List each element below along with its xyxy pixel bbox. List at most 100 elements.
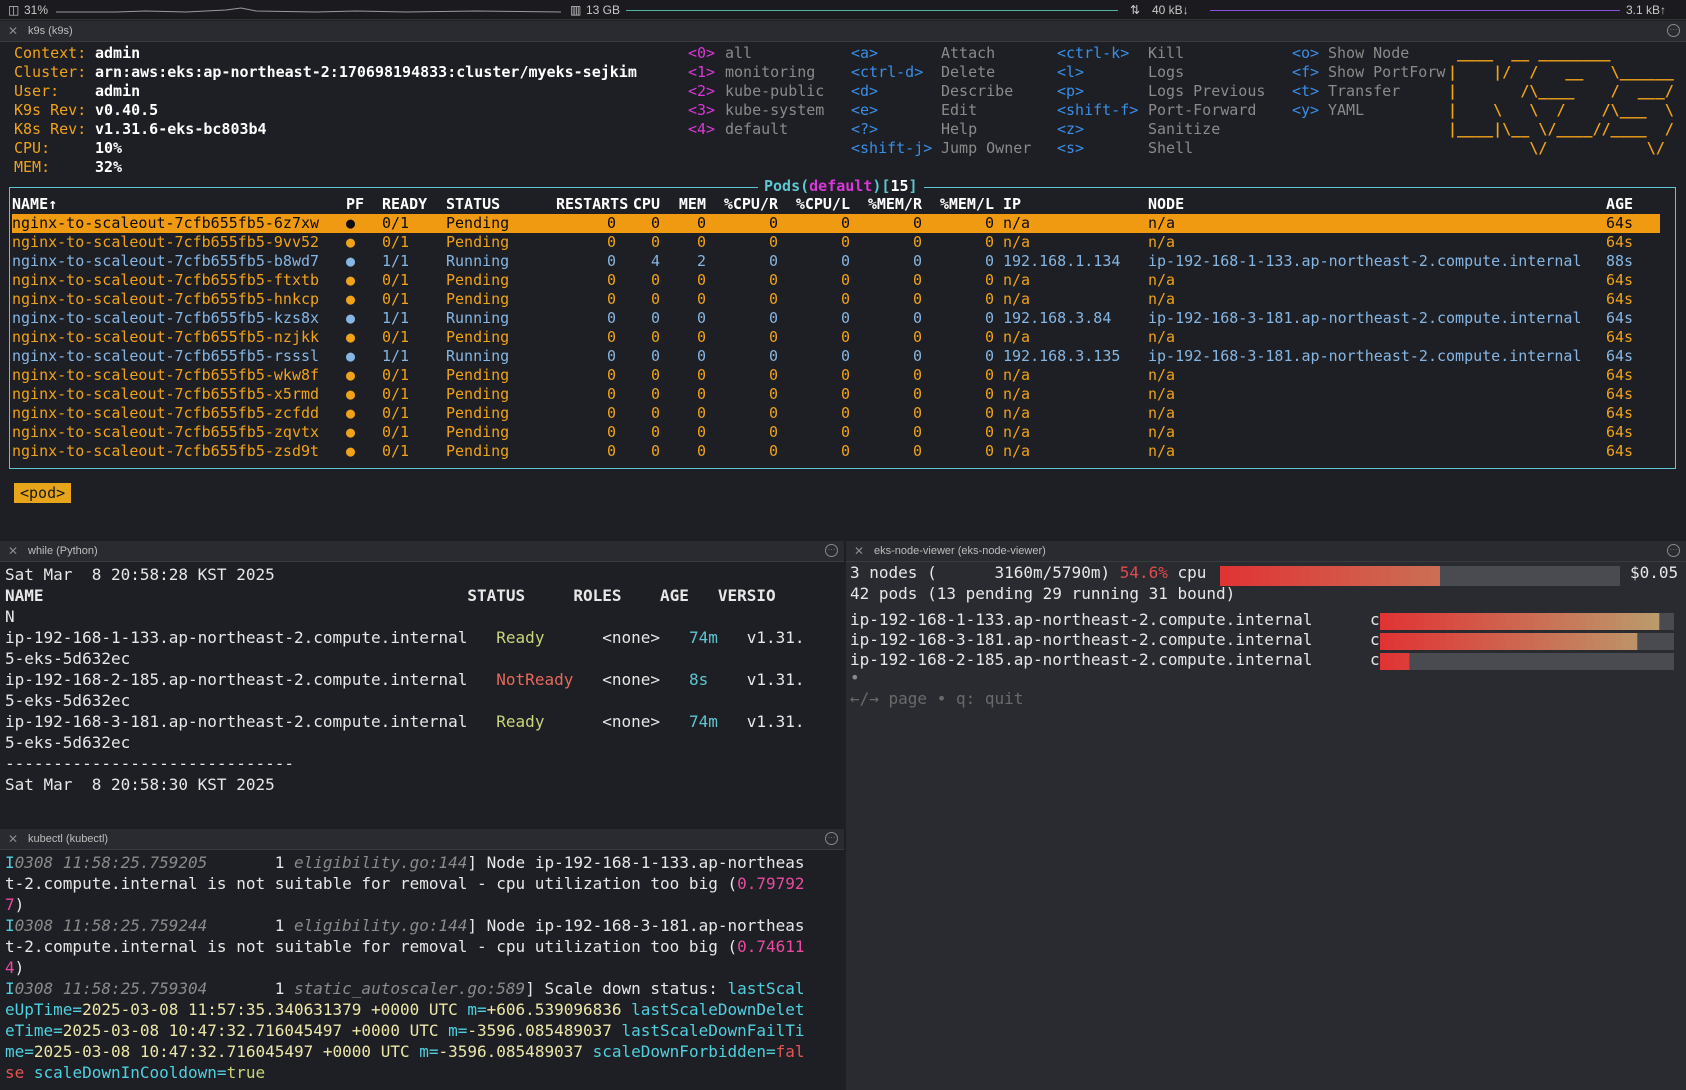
hotkey-label[interactable]: Logs Previous <box>1148 82 1265 100</box>
table-cell: Running <box>446 309 510 327</box>
hotkey-key[interactable]: <?> <box>851 120 878 138</box>
watch-pane-header[interactable]: ✕ while (Python) ··· <box>0 541 844 562</box>
hotkey-key[interactable]: <ctrl-k> <box>1057 44 1129 62</box>
viewer-pane-header[interactable]: ✕ eks-node-viewer (eks-node-viewer) ··· <box>846 541 1686 562</box>
hotkey-label[interactable]: Sanitize <box>1148 120 1220 138</box>
close-icon[interactable]: ✕ <box>8 544 18 558</box>
hotkey-label[interactable]: Logs <box>1148 63 1184 81</box>
hotkey-key[interactable]: <z> <box>1057 120 1084 138</box>
table-cell: n/a <box>1148 214 1176 232</box>
namespace-key[interactable]: <1> <box>688 63 715 81</box>
hotkey-key[interactable]: <s> <box>1057 139 1084 157</box>
hotkey-key[interactable]: <p> <box>1057 82 1084 100</box>
more-icon[interactable]: ··· <box>1667 544 1680 557</box>
kubectl-log-terminal[interactable]: I0308 11:58:25.759205 1 eligibility.go:1… <box>0 850 844 1090</box>
k9s-pane[interactable]: Context: admin Cluster: arn:aws:eks:ap-nort… <box>0 43 1686 521</box>
bar-segment <box>1519 613 1528 630</box>
namespace-label[interactable]: monitoring <box>725 63 815 81</box>
hotkey-key[interactable]: <ctrl-d> <box>851 63 923 81</box>
namespace-key[interactable]: <4> <box>688 120 715 138</box>
pane-title: kubectl (kubectl) <box>28 833 109 845</box>
table-row[interactable]: nginx-to-scaleout-7cfb655fb5-x5rmd ● 0/1 Pe… <box>12 385 1660 404</box>
bar-empty <box>1475 653 1484 670</box>
hotkey-key[interactable]: <shift-j> <box>851 139 932 157</box>
hotkey-key[interactable]: <t> <box>1292 82 1319 100</box>
table-row[interactable]: nginx-to-scaleout-7cfb655fb5-hnkcp ● 0/1 Pe… <box>12 290 1660 309</box>
hotkey-label[interactable]: Describe <box>941 82 1013 100</box>
namespace-label[interactable]: kube-system <box>725 101 824 119</box>
bar-empty <box>1578 653 1587 670</box>
bar-empty <box>1424 653 1432 670</box>
close-icon[interactable]: ✕ <box>8 24 18 38</box>
table-row[interactable]: nginx-to-scaleout-7cfb655fb5-rsssl ● 1/1 Ru… <box>12 347 1660 366</box>
hotkey-key[interactable]: <d> <box>851 82 878 100</box>
watch-terminal[interactable]: Sat Mar 8 20:58:28 KST 2025 NAME STATUS R… <box>0 562 844 828</box>
table-row[interactable]: nginx-to-scaleout-7cfb655fb5-nzjkk ● 0/1 Pe… <box>12 328 1660 347</box>
table-cell: Pending <box>446 442 510 460</box>
bar-segment <box>1607 613 1616 630</box>
namespace-label[interactable]: all <box>725 44 752 62</box>
info-label: K9s Rev: <box>14 101 87 119</box>
hotkey-label[interactable]: Jump Owner <box>941 139 1031 157</box>
hotkey-key[interactable]: <shift-f> <box>1057 101 1138 119</box>
hotkey-label[interactable]: YAML <box>1328 101 1364 119</box>
hotkey-key[interactable]: <a> <box>851 44 878 62</box>
table-row[interactable]: nginx-to-scaleout-7cfb655fb5-wkw8f ● 0/1 Pe… <box>12 366 1660 385</box>
table-cell: Pending <box>446 328 510 346</box>
table-row[interactable]: nginx-to-scaleout-7cfb655fb5-6z7xw ● 0/1 Pe… <box>12 214 1660 233</box>
more-icon[interactable]: ··· <box>825 832 838 845</box>
hotkey-key[interactable]: <f> <box>1292 63 1319 81</box>
close-icon[interactable]: ✕ <box>8 832 18 846</box>
namespace-key[interactable]: <0> <box>688 44 715 62</box>
namespace-label[interactable]: kube-public <box>725 82 824 100</box>
bar-segment <box>1593 613 1601 630</box>
hotkey-label[interactable]: Transfer <box>1328 82 1400 100</box>
table-cell: n/a <box>1003 423 1031 441</box>
table-row[interactable]: nginx-to-scaleout-7cfb655fb5-zcfdd ● 0/1 Pe… <box>12 404 1660 423</box>
hotkey-label[interactable]: Delete <box>941 63 995 81</box>
hotkey-label[interactable]: Show PortForw <box>1328 63 1445 81</box>
table-row[interactable]: nginx-to-scaleout-7cfb655fb5-ftxtb ● 0/1 Pe… <box>12 271 1660 290</box>
hotkey-label[interactable]: Port-Forward <box>1148 101 1256 119</box>
bar-empty <box>1585 653 1594 670</box>
table-row[interactable]: nginx-to-scaleout-7cfb655fb5-b8wd7 ● 1/1 Ru… <box>12 252 1660 271</box>
table-cell: 0 <box>912 309 922 327</box>
table-cell: n/a <box>1003 290 1031 308</box>
table-cell: 0 <box>984 423 994 441</box>
hotkey-key[interactable]: <y> <box>1292 101 1319 119</box>
namespace-label[interactable]: default <box>725 120 788 138</box>
hotkey-label[interactable]: Help <box>941 120 977 138</box>
table-row[interactable]: nginx-to-scaleout-7cfb655fb5-zqvtx ● 0/1 Pe… <box>12 423 1660 442</box>
bar-segment <box>1571 613 1579 630</box>
info-value: v0.40.5 <box>95 101 159 119</box>
table-cell: 0 <box>768 366 778 384</box>
hotkey-key[interactable]: <o> <box>1292 44 1319 62</box>
network-icon: ⇅ <box>1130 3 1141 17</box>
hotkey-label[interactable]: Attach <box>941 44 995 62</box>
table-cell: ● <box>346 385 356 403</box>
table-cell: 0 <box>840 347 850 365</box>
hotkey-label[interactable]: Shell <box>1148 139 1193 157</box>
bar-segment <box>1409 613 1418 630</box>
hotkey-label[interactable]: Show Node <box>1328 44 1409 62</box>
eks-node-viewer[interactable]: 3 nodes ( 3160m/5790m) 54.6% cpu $0.05 4… <box>846 562 1686 1090</box>
table-cell: 0 <box>768 423 778 441</box>
close-icon[interactable]: ✕ <box>854 544 864 558</box>
table-row[interactable]: nginx-to-scaleout-7cfb655fb5-kzs8x ● 1/1 Ru… <box>12 309 1660 328</box>
table-row[interactable]: nginx-to-scaleout-7cfb655fb5-9vv52 ● 0/1 Pe… <box>12 233 1660 252</box>
help-line: ←/→ page • q: quit <box>850 689 1024 708</box>
table-cell: ● <box>346 214 356 232</box>
more-icon[interactable]: ··· <box>1667 24 1680 37</box>
hotkey-key[interactable]: <l> <box>1057 63 1084 81</box>
kubectl-pane-header[interactable]: ✕ kubectl (kubectl) ··· <box>0 829 844 850</box>
table-row[interactable]: nginx-to-scaleout-7cfb655fb5-zsd9t ● 0/1 Pe… <box>12 442 1660 461</box>
more-icon[interactable]: ··· <box>825 544 838 557</box>
info-value: v1.31.6-eks-bc803b4 <box>95 120 267 138</box>
namespace-key[interactable]: <3> <box>688 101 715 119</box>
hotkey-label[interactable]: Kill <box>1148 44 1184 62</box>
hotkey-label[interactable]: Edit <box>941 101 977 119</box>
k9s-pane-header[interactable]: ✕ k9s (k9s) ··· <box>0 21 1686 42</box>
namespace-key[interactable]: <2> <box>688 82 715 100</box>
hotkey-key[interactable]: <e> <box>851 101 878 119</box>
watch-cell: 8s <box>688 670 709 689</box>
